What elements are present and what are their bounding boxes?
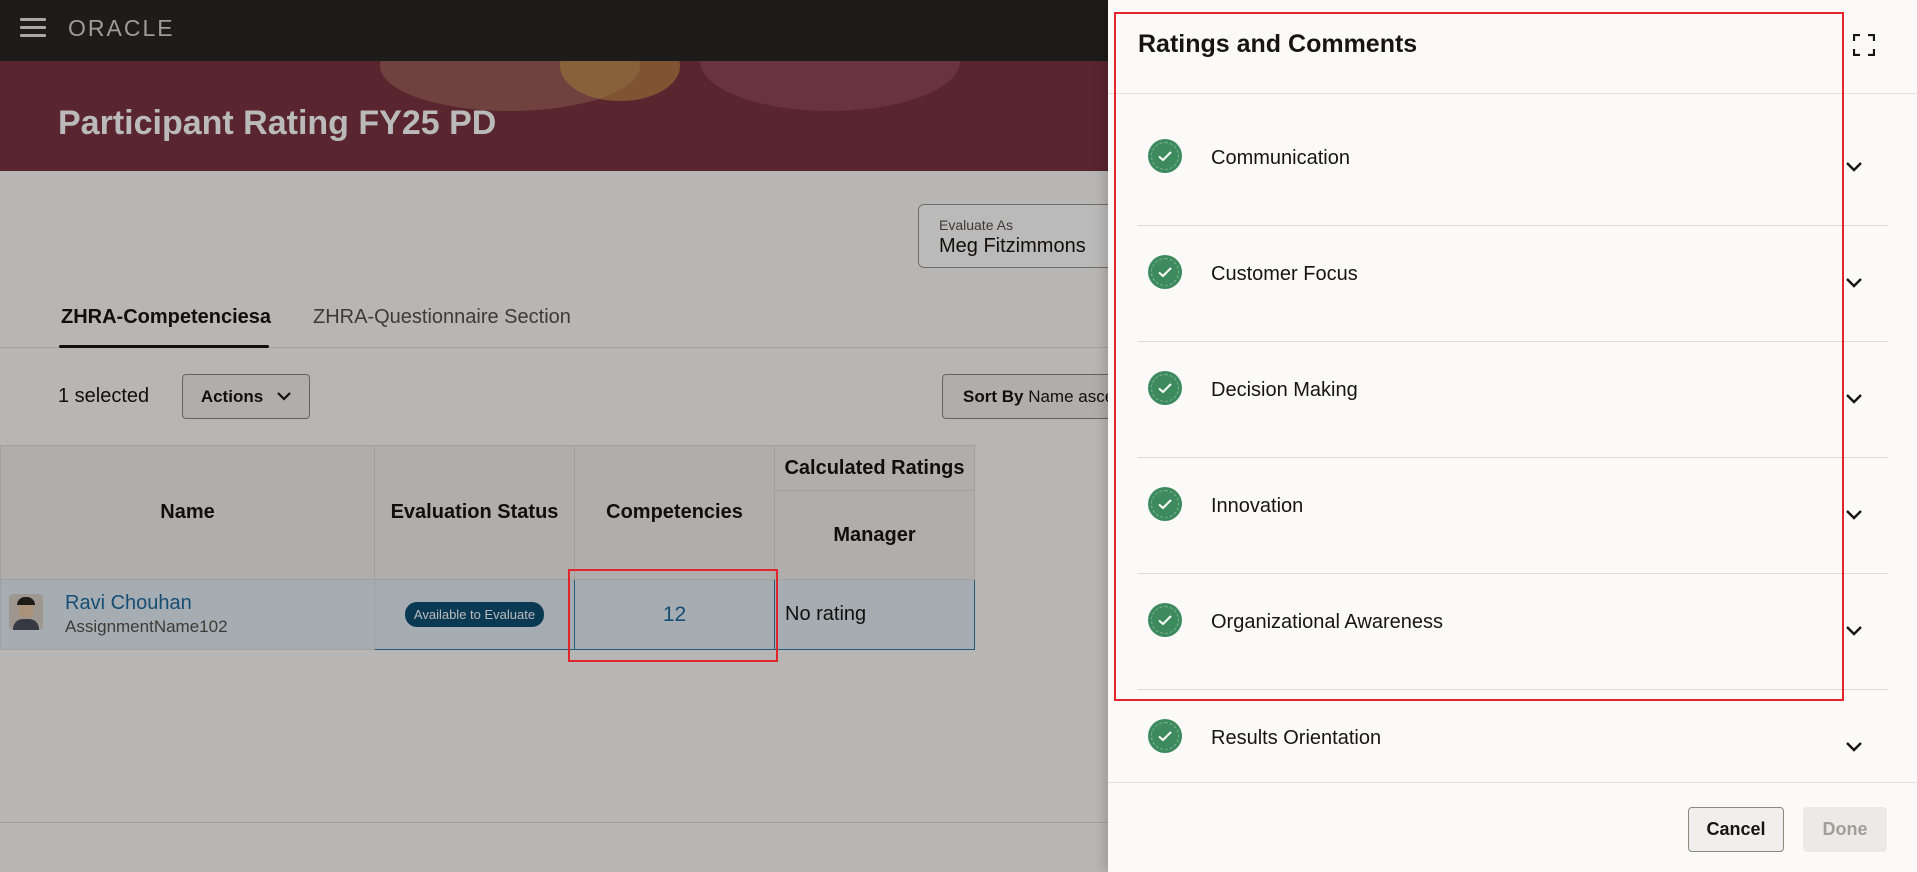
- drawer-title: Ratings and Comments: [1138, 30, 1418, 58]
- done-button[interactable]: Done: [1803, 807, 1887, 852]
- chevron-down-icon[interactable]: [1845, 625, 1863, 637]
- check-circle-icon: [1148, 719, 1182, 753]
- drawer-header-divider: [1108, 93, 1917, 94]
- chevron-down-icon[interactable]: [1845, 741, 1863, 753]
- competency-item-organizational-awareness[interactable]: Organizational Awareness: [1138, 574, 1888, 690]
- drawer-footer-divider: [1108, 782, 1917, 783]
- competency-label: Organizational Awareness: [1211, 611, 1443, 633]
- check-circle-icon: [1148, 139, 1182, 173]
- ratings-drawer: Ratings and Comments Communication Custo…: [1108, 0, 1917, 872]
- competency-label: Customer Focus: [1211, 263, 1358, 285]
- competency-item-decision-making[interactable]: Decision Making: [1138, 342, 1888, 458]
- expand-icon[interactable]: [1853, 34, 1875, 56]
- chevron-down-icon[interactable]: [1845, 393, 1863, 405]
- check-circle-icon: [1148, 487, 1182, 521]
- competency-item-results-orientation[interactable]: Results Orientation: [1138, 690, 1888, 806]
- competency-label: Communication: [1211, 147, 1350, 169]
- cancel-button[interactable]: Cancel: [1688, 807, 1784, 852]
- check-circle-icon: [1148, 255, 1182, 289]
- chevron-down-icon[interactable]: [1845, 161, 1863, 173]
- competency-label: Decision Making: [1211, 379, 1358, 401]
- competency-label: Results Orientation: [1211, 727, 1382, 749]
- competency-item-innovation[interactable]: Innovation: [1138, 458, 1888, 574]
- modal-overlay[interactable]: [0, 0, 1108, 872]
- competency-label: Innovation: [1211, 495, 1304, 517]
- chevron-down-icon[interactable]: [1845, 277, 1863, 289]
- check-circle-icon: [1148, 603, 1182, 637]
- check-circle-icon: [1148, 371, 1182, 405]
- chevron-down-icon[interactable]: [1845, 509, 1863, 521]
- competency-item-customer-focus[interactable]: Customer Focus: [1138, 226, 1888, 342]
- competencies-highlight-box: [568, 569, 778, 662]
- competency-item-communication[interactable]: Communication: [1138, 110, 1888, 226]
